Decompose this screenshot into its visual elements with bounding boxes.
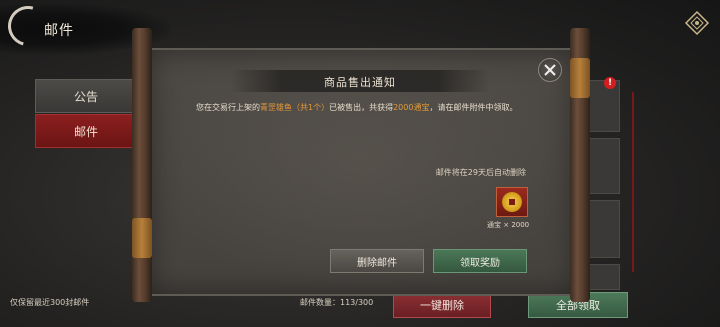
body-part1: 您在交易行上架的 [196, 103, 260, 112]
menu-emblem-icon[interactable] [684, 10, 710, 36]
unread-badge: ! [604, 77, 616, 89]
claim-reward-button[interactable]: 领取奖励 [433, 249, 527, 273]
coin-hole [509, 199, 515, 205]
body-part3: ，请在邮件附件中领取。 [429, 103, 518, 112]
close-button[interactable] [538, 58, 562, 82]
expire-note: 邮件将在29天后自动删除 [435, 168, 526, 177]
scroll-roller-left [132, 28, 152, 302]
close-icon [544, 64, 556, 76]
delete-mail-label: 删除邮件 [357, 257, 397, 269]
claim-reward-label: 领取奖励 [460, 257, 500, 269]
tab-mail[interactable]: 邮件 [35, 114, 137, 148]
tab-notice[interactable]: 公告 [35, 79, 137, 113]
keep-note: 仅保留最近300封邮件 [10, 298, 90, 307]
scrollbar[interactable] [632, 92, 634, 272]
tab-notice-label: 公告 [73, 89, 98, 104]
reward-item[interactable] [496, 187, 528, 217]
reward-amount: 2000通宝 [393, 103, 430, 112]
mail-count: 邮件数量：113/300 [300, 298, 374, 307]
mail-body: 您在交易行上架的青罡雄鱼（共1个）已被售出，共获得2000通宝，请在邮件附件中领… [196, 100, 536, 115]
scroll-roller-right [570, 28, 590, 302]
coin-icon [502, 192, 522, 212]
delete-mail-button[interactable]: 删除邮件 [330, 249, 424, 273]
mail-list-item[interactable] [588, 200, 620, 258]
tab-mail-label: 邮件 [73, 124, 98, 139]
body-part2: 已被售出，共获得 [329, 103, 394, 112]
mail-title: 商品售出通知 [324, 76, 396, 89]
mail-list-item[interactable] [588, 80, 620, 132]
reward-label: 通宝 × 2000 [487, 221, 530, 229]
delete-all-label: 一键删除 [420, 299, 464, 312]
mail-list-item[interactable] [588, 138, 620, 194]
roller-band [132, 218, 152, 258]
item-name: 青罡雄鱼（共1个） [260, 103, 330, 112]
roller-band [570, 58, 590, 98]
page-title: 邮件 [44, 23, 74, 39]
mail-list-item[interactable] [588, 264, 620, 290]
